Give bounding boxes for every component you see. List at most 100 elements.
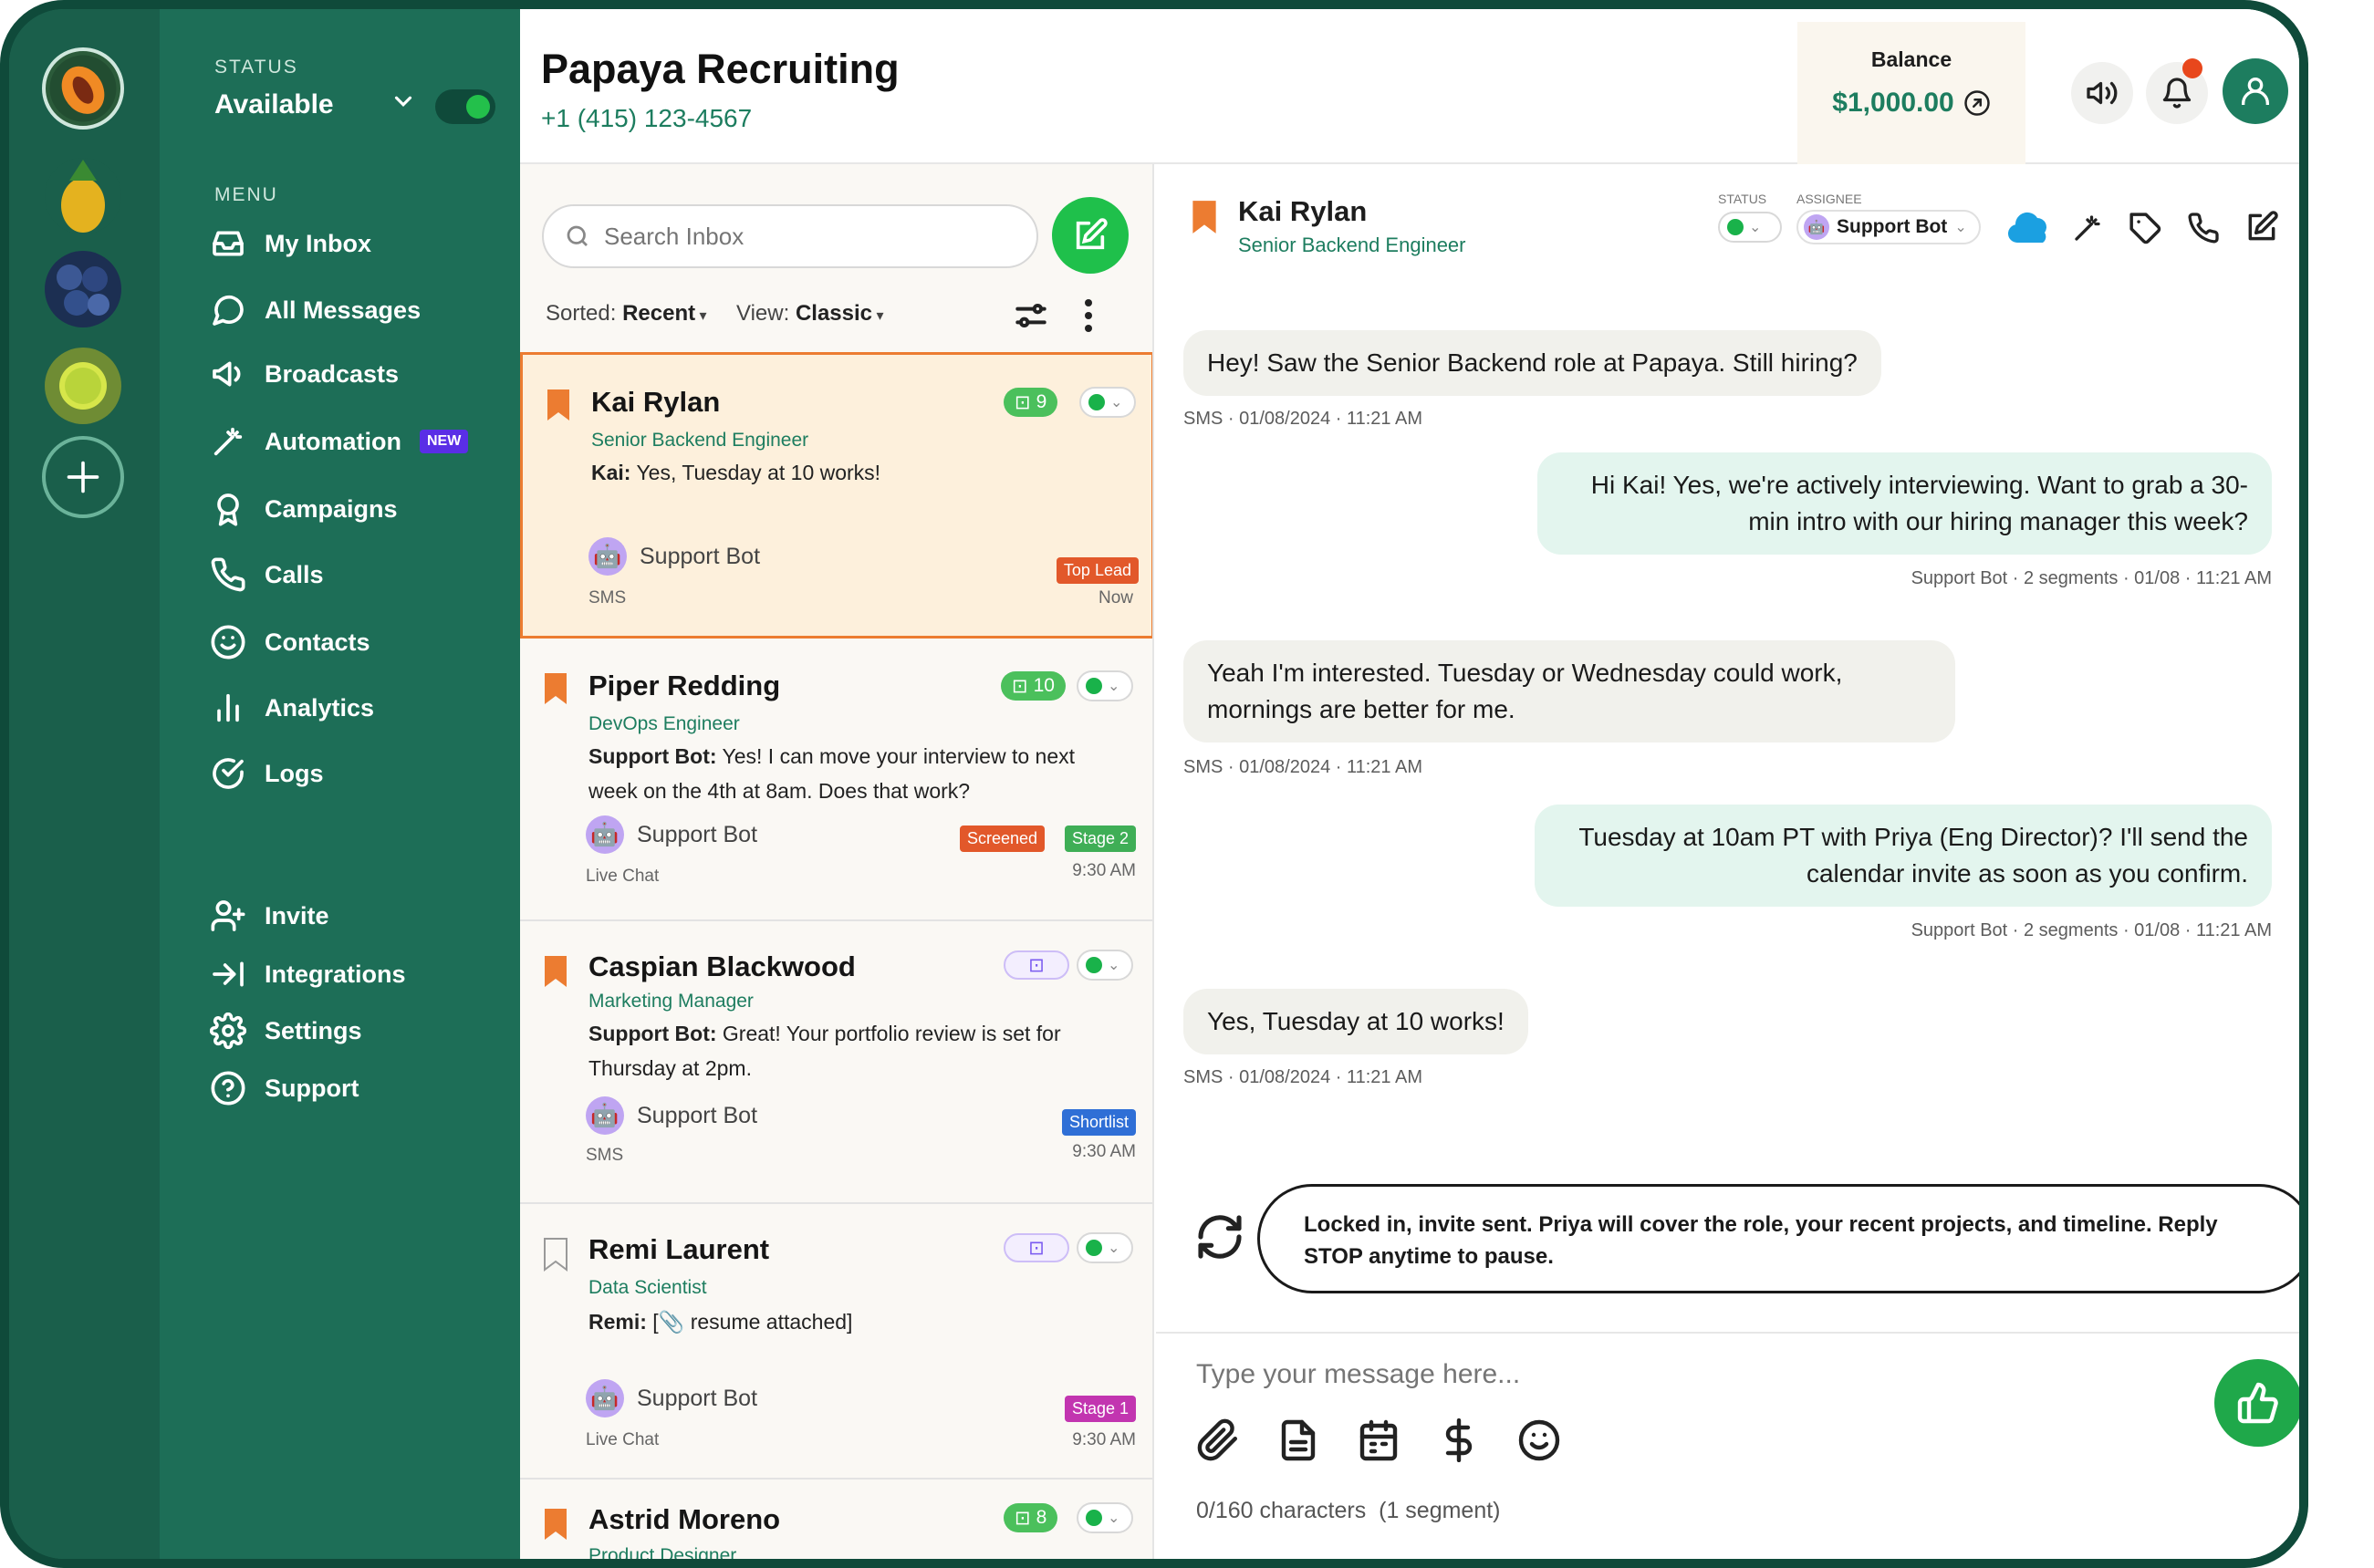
sidebar-item-analytics[interactable]: Analytics (210, 690, 374, 726)
dollar-icon[interactable] (1437, 1417, 1481, 1467)
bookmark-icon[interactable] (543, 954, 568, 989)
bot-avatar-icon: 🤖 (1804, 214, 1829, 240)
sidebar-item-logs[interactable]: Logs (210, 755, 324, 792)
phone-icon[interactable] (2187, 212, 2220, 249)
sidebar-item-my-inbox[interactable]: My Inbox (210, 225, 371, 262)
status-toggle[interactable] (435, 89, 495, 124)
bookmark-icon[interactable] (546, 388, 571, 422)
assignee: 🤖 Support Bot (586, 1379, 757, 1417)
document-icon[interactable] (1276, 1418, 1320, 1467)
search-input[interactable] (604, 222, 1005, 251)
paperclip-icon[interactable] (1196, 1418, 1240, 1467)
view-dropdown[interactable]: View: Classic ▾ (736, 301, 883, 327)
more-options-icon[interactable] (1084, 297, 1093, 338)
filter-sliders-icon[interactable] (1011, 296, 1051, 340)
salesforce-cloud-icon[interactable] (2006, 212, 2054, 249)
message-bubble-outgoing: Hi Kai! Yes, we're actively interviewing… (1537, 452, 2272, 555)
chevron-down-icon: ▾ (872, 308, 884, 324)
sidebar-item-label: My Inbox (265, 229, 372, 257)
calendar-icon[interactable] (1357, 1418, 1400, 1467)
ai-suggestion[interactable]: Locked in, invite sent. Priya will cover… (1257, 1184, 2299, 1293)
timestamp: 9:30 AM (1072, 861, 1136, 880)
bookmark-icon[interactable] (543, 1507, 568, 1542)
sidebar-item-broadcasts[interactable]: Broadcasts (210, 356, 399, 392)
sidebar-item-label: Contacts (265, 628, 370, 656)
sidebar-nav: STATUS Available MENU My Inbox All Messa… (160, 9, 520, 1559)
conversation-item[interactable]: Astrid Moreno Product Designer ⊡ 8 ⌄ (520, 1480, 1152, 1559)
search-box[interactable] (542, 204, 1038, 268)
magic-wand-icon[interactable] (2071, 212, 2104, 249)
message-count-badge: ⊡ 10 (1001, 671, 1066, 701)
channel-label: SMS (588, 588, 627, 607)
compose-icon (1076, 218, 1108, 250)
emoji-icon[interactable] (1517, 1418, 1561, 1467)
thumbs-up-icon (2237, 1382, 2278, 1424)
conversation-item[interactable]: Remi Laurent Data Scientist Remi: [📎 res… (520, 1204, 1152, 1480)
status-select[interactable]: ⌄ (1077, 1502, 1133, 1533)
sidebar-item-label: Broadcasts (265, 359, 400, 388)
sidebar-item-label: Analytics (265, 693, 375, 722)
count-value: 8 (1036, 1507, 1047, 1528)
tag-badge: Shortlist (1061, 1109, 1136, 1136)
sidebar-item-campaigns[interactable]: Campaigns (210, 491, 398, 527)
sidebar-item-contacts[interactable]: Contacts (210, 624, 370, 660)
workspace-papaya-icon[interactable] (42, 47, 124, 130)
status-select[interactable]: ⌄ (1077, 670, 1133, 701)
message-count-badge: ⊡ 8 (1004, 1503, 1058, 1532)
profile-avatar-icon[interactable] (2223, 58, 2288, 124)
chevron-down-icon: ⌄ (1954, 220, 1967, 235)
workspace-lime-icon[interactable] (42, 345, 124, 427)
timestamp: 9:30 AM (1072, 1142, 1136, 1161)
send-button[interactable] (2214, 1359, 2299, 1447)
external-link-icon (1963, 90, 1990, 116)
bookmark-icon[interactable] (543, 671, 568, 706)
sidebar-item-all-messages[interactable]: All Messages (210, 292, 421, 328)
message-bubble-incoming: Yes, Tuesday at 10 works! (1183, 989, 1528, 1054)
contact-role: DevOps Engineer (588, 713, 740, 734)
bell-icon[interactable] (2146, 58, 2208, 124)
assignee-name: Support Bot (640, 543, 761, 569)
workspace-pineapple-icon[interactable] (42, 155, 124, 237)
chevron-down-icon: ⌄ (1749, 220, 1762, 235)
page-title: Papaya Recruiting (541, 46, 900, 92)
bookmark-icon[interactable] (1191, 199, 1218, 235)
status-select[interactable]: ⌄ (1079, 387, 1136, 418)
sidebar-item-integrations[interactable]: Integrations (210, 956, 406, 992)
message-bubble-incoming: Yeah I'm interested. Tuesday or Wednesda… (1183, 640, 1955, 742)
edit-icon[interactable] (2244, 210, 2279, 249)
sidebar-item-invite[interactable]: Invite (210, 898, 329, 934)
assignee-select[interactable]: 🤖 Support Bot ⌄ (1796, 210, 1981, 244)
sort-value: Recent (622, 301, 696, 326)
workspace-blueberry-icon[interactable] (42, 248, 124, 330)
notification-dot (2182, 58, 2202, 78)
sidebar-item-label: Campaigns (265, 494, 398, 523)
conversation-item[interactable]: Piper Redding DevOps Engineer Support Bo… (520, 639, 1152, 921)
compose-button[interactable] (1052, 197, 1129, 274)
conversation-item[interactable]: Kai Rylan Senior Backend Engineer Kai: Y… (520, 352, 1152, 639)
add-workspace-button[interactable] (42, 436, 124, 518)
tag-icon[interactable] (2129, 212, 2163, 251)
speaker-icon[interactable] (2071, 62, 2133, 124)
message-count-badge: ⊡ 9 (1004, 388, 1058, 417)
contact-name: Astrid Moreno (588, 1503, 781, 1535)
message-input[interactable] (1196, 1359, 2154, 1390)
status-select[interactable]: ⌄ (1077, 950, 1133, 981)
contact-role: Product Designer (588, 1545, 737, 1559)
phone-number: +1 (415) 123-4567 (541, 104, 753, 132)
bookmark-outline-icon[interactable] (543, 1237, 568, 1272)
sidebar-item-automation[interactable]: Automation NEW (210, 423, 469, 460)
status-value[interactable]: Available (214, 89, 334, 120)
regenerate-icon[interactable] (1194, 1211, 1245, 1267)
sort-dropdown[interactable]: Sorted: Recent ▾ (546, 301, 707, 327)
conversation-item[interactable]: Caspian Blackwood Marketing Manager Supp… (520, 921, 1152, 1204)
chat-status-select[interactable]: ⌄ (1718, 212, 1782, 243)
sidebar-item-support[interactable]: Support (210, 1070, 359, 1106)
sidebar-item-calls[interactable]: Calls (210, 556, 324, 593)
balance-amount-row[interactable]: $1,000.00 (1797, 88, 2025, 119)
sidebar-item-settings[interactable]: Settings (210, 1012, 362, 1049)
robot-icon: ⊡ (1028, 1237, 1045, 1259)
new-badge: NEW (419, 430, 469, 453)
status-select[interactable]: ⌄ (1077, 1232, 1133, 1263)
status-chevron-down-icon[interactable] (390, 88, 417, 121)
sidebar-item-label: Calls (265, 560, 324, 588)
